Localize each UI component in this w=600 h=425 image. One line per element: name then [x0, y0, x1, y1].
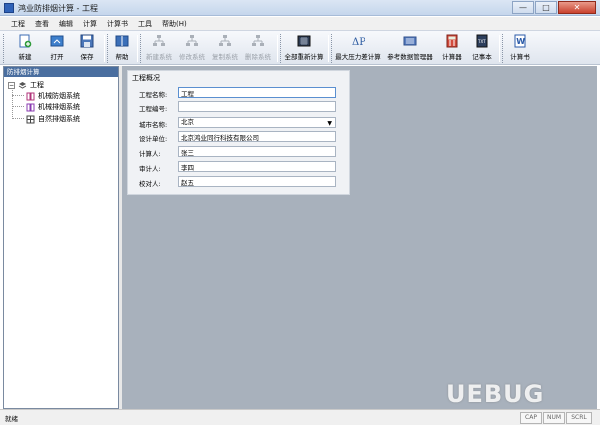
- word-doc-icon: W: [514, 34, 526, 48]
- project-name-input[interactable]: [178, 87, 336, 98]
- duct-system-icon: [26, 92, 35, 100]
- num-lock-indicator: NUM: [543, 412, 565, 424]
- calc-book-button[interactable]: W 计算书: [506, 34, 534, 64]
- status-text: 就绪: [5, 415, 18, 423]
- tree-node-project[interactable]: − 工程: [8, 80, 44, 90]
- svg-text:W: W: [516, 37, 525, 46]
- dropdown-arrow-icon[interactable]: ▼: [327, 119, 332, 128]
- ref-data-manager-button[interactable]: 参考数据管理器: [386, 34, 434, 64]
- toolbar-separator: [277, 35, 278, 62]
- calculator-person-label: 计算人:: [139, 150, 161, 158]
- tree-node-natural-smoke-exhaust[interactable]: 自然排烟系统: [26, 114, 80, 124]
- project-overview-group: 工程概况 工程名称: 工程编号: 城市名称: 北京 ▼ 设计单位: 计算人: 审…: [127, 70, 350, 195]
- toolbar: 新建 打开 保存 帮助 新建系统 修改系统 复制系统 删除系统 全部重新计算 Δ…: [0, 30, 600, 65]
- group-title: 工程概况: [132, 74, 160, 82]
- auditor-input[interactable]: [178, 161, 336, 172]
- project-number-label: 工程编号:: [139, 105, 168, 113]
- menu-bar: 工程 查看 编辑 计算 计算书 工具 帮助(H): [0, 17, 600, 30]
- collapse-toggle[interactable]: −: [8, 81, 15, 89]
- copy-system-button[interactable]: 复制系统: [210, 34, 240, 64]
- design-unit-label: 设计单位:: [139, 135, 168, 143]
- watermark-logo: UEBUG: [446, 380, 545, 408]
- toolbar-separator: [499, 35, 500, 62]
- notepad-txt-icon: TXT: [476, 34, 488, 48]
- tree-node-mech-smoke-exhaust[interactable]: 机械排烟系统: [26, 102, 80, 112]
- save-disk-icon: [80, 34, 94, 48]
- data-manager-icon: [403, 36, 417, 46]
- toolbar-separator: [328, 35, 329, 62]
- project-name-label: 工程名称:: [139, 91, 168, 99]
- checker-input[interactable]: [178, 176, 336, 187]
- save-button[interactable]: 保存: [74, 34, 100, 64]
- new-file-icon: [19, 34, 32, 48]
- edit-system-icon: [186, 35, 198, 46]
- menu-tools[interactable]: 工具: [133, 17, 157, 30]
- new-system-button[interactable]: 新建系统: [144, 34, 174, 64]
- toolbar-grip[interactable]: [502, 34, 505, 63]
- calculator-icon: [446, 34, 458, 48]
- auditor-label: 审计人:: [139, 165, 161, 173]
- edit-system-button[interactable]: 修改系统: [177, 34, 207, 64]
- window-vent-icon: [26, 115, 35, 123]
- delete-system-button[interactable]: 删除系统: [243, 34, 273, 64]
- delta-p-icon: ΔP: [352, 37, 365, 48]
- help-button[interactable]: 帮助: [111, 34, 133, 64]
- help-book-icon: [115, 35, 129, 47]
- status-bar: 就绪 CAP NUM SCRL: [0, 409, 600, 425]
- tree-line: [12, 95, 24, 96]
- title-bar: 鸿业防排烟计算 - 工程 — □ ✕: [0, 0, 600, 16]
- tree-node-mech-smoke-prevention[interactable]: 机械防烟系统: [26, 91, 80, 101]
- layers-icon: [18, 81, 27, 89]
- scroll-lock-indicator: SCRL: [566, 412, 592, 424]
- copy-system-icon: [219, 35, 231, 46]
- minimize-button[interactable]: —: [512, 1, 534, 14]
- calculator-button[interactable]: 计算器: [439, 34, 465, 64]
- project-tree-panel: 防排烟计算 − 工程 机械防烟系统 机械排烟系统 自然排烟系统: [3, 66, 119, 409]
- max-pressure-button[interactable]: ΔP 最大压力差计算: [335, 34, 381, 64]
- toolbar-grip[interactable]: [107, 34, 110, 63]
- svg-text:TXT: TXT: [477, 39, 486, 44]
- city-selected-value: 北京: [181, 118, 194, 126]
- menu-project[interactable]: 工程: [6, 17, 30, 30]
- design-unit-input[interactable]: [178, 131, 336, 142]
- tree-line: [12, 118, 24, 119]
- caps-lock-indicator: CAP: [520, 412, 542, 424]
- city-name-label: 城市名称:: [139, 121, 168, 129]
- tree-line: [12, 106, 24, 107]
- menu-edit[interactable]: 编辑: [54, 17, 78, 30]
- close-button[interactable]: ✕: [558, 1, 596, 14]
- new-button[interactable]: 新建: [12, 34, 38, 64]
- menu-view[interactable]: 查看: [30, 17, 54, 30]
- duct-system-icon: [26, 103, 35, 111]
- main-content-area: 工程概况 工程名称: 工程编号: 城市名称: 北京 ▼ 设计单位: 计算人: 审…: [122, 66, 597, 409]
- maximize-button[interactable]: □: [535, 1, 557, 14]
- recalc-all-button[interactable]: 全部重新计算: [284, 34, 324, 64]
- calculator-person-input[interactable]: [178, 146, 336, 157]
- city-select[interactable]: 北京 ▼: [178, 117, 336, 128]
- new-system-icon: [153, 35, 165, 46]
- tree-line: [12, 87, 13, 119]
- toolbar-grip[interactable]: [280, 34, 283, 63]
- delete-system-icon: [252, 35, 264, 46]
- toolbar-grip[interactable]: [331, 34, 334, 63]
- open-folder-icon: [50, 35, 64, 47]
- toolbar-grip[interactable]: [3, 34, 6, 63]
- svg-text:ΔP: ΔP: [352, 37, 365, 48]
- menu-calc-book[interactable]: 计算书: [102, 17, 133, 30]
- panel-header: 防排烟计算: [4, 67, 118, 77]
- window-controls: — □ ✕: [511, 1, 596, 14]
- checker-label: 校对人:: [139, 180, 161, 188]
- notepad-button[interactable]: TXT 记事本: [469, 34, 495, 64]
- project-number-input[interactable]: [178, 101, 336, 112]
- window-title: 鸿业防排烟计算 - 工程: [18, 4, 98, 13]
- toolbar-separator: [104, 35, 105, 62]
- open-button[interactable]: 打开: [44, 34, 70, 64]
- menu-help[interactable]: 帮助(H): [157, 17, 192, 30]
- app-icon: [4, 3, 14, 13]
- toolbar-grip[interactable]: [140, 34, 143, 63]
- calculator-grid-icon: [297, 35, 311, 47]
- toolbar-separator: [137, 35, 138, 62]
- menu-calculate[interactable]: 计算: [78, 17, 102, 30]
